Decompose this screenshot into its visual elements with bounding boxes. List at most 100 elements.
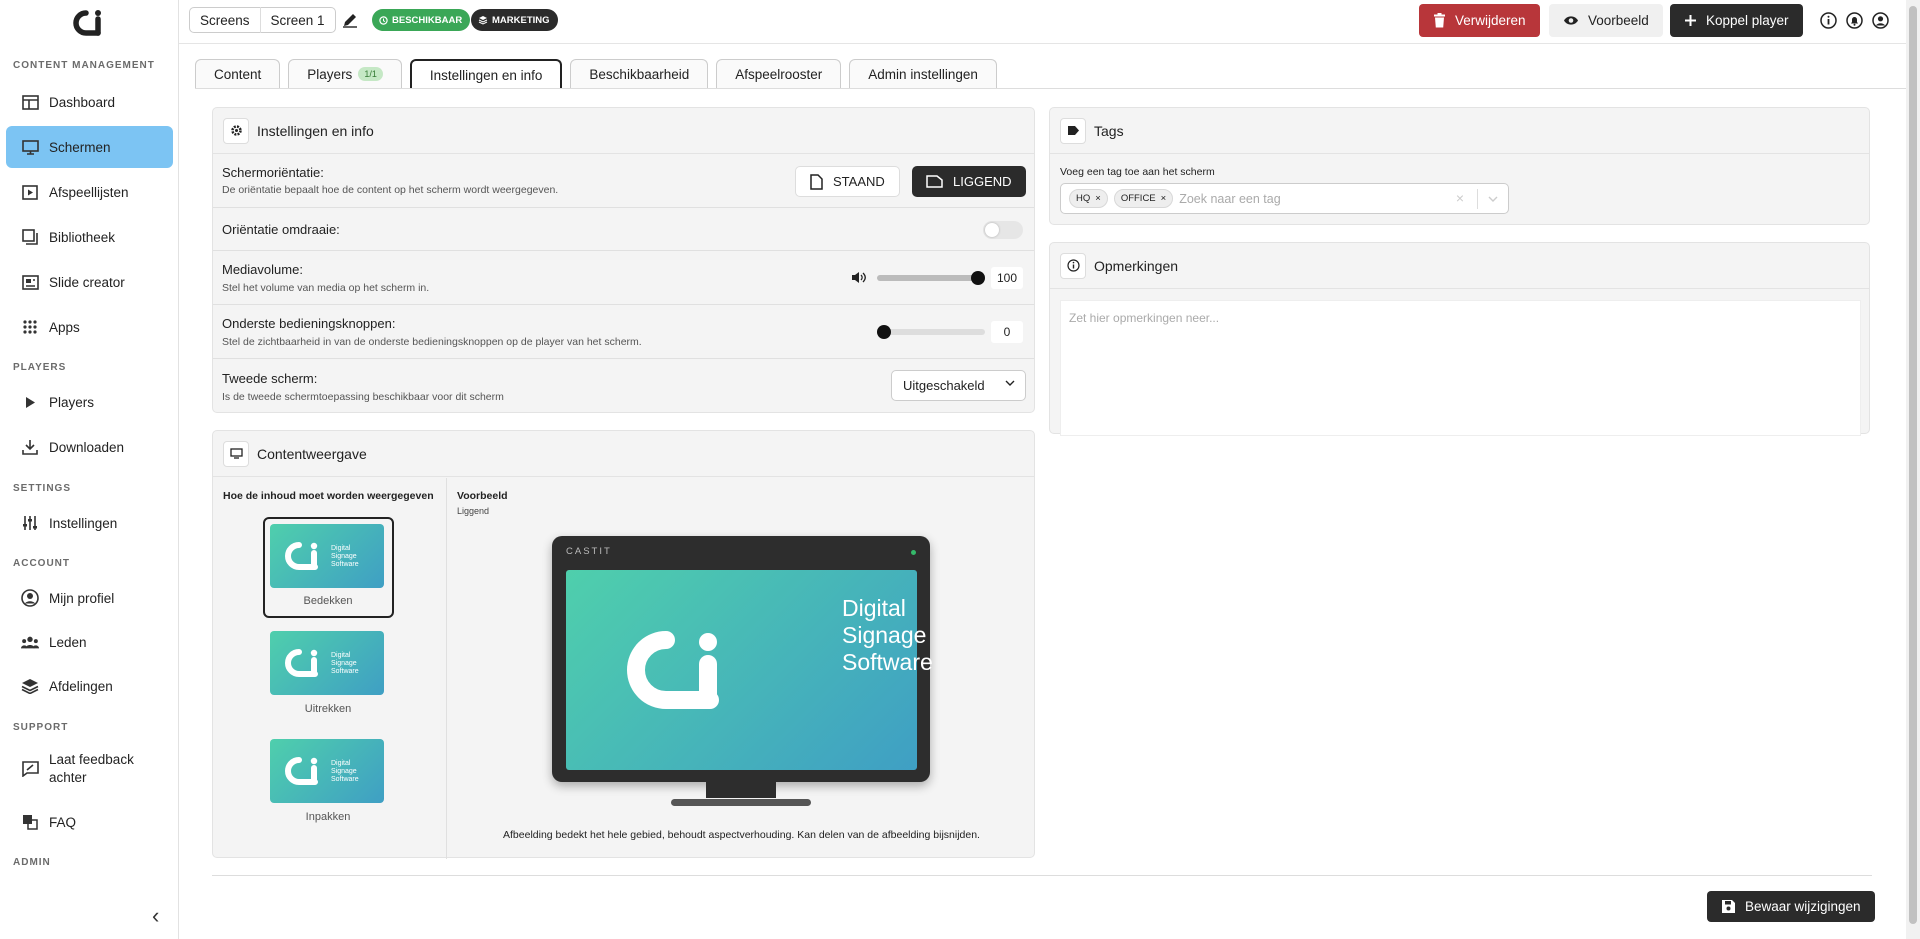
remove-tag-icon[interactable]: × (1095, 193, 1101, 204)
second-screen-select[interactable]: Uitgeschakeld (891, 370, 1026, 401)
brand-logo-icon (626, 631, 719, 709)
feedback-icon (21, 760, 39, 778)
clear-icon[interactable]: × (1456, 190, 1464, 206)
portrait-button[interactable]: STAAND (795, 166, 900, 197)
screen-stand (706, 782, 776, 798)
tags-search-placeholder: Zoek naar een tag (1179, 191, 1281, 206)
controls-slider[interactable] (877, 329, 985, 335)
sidebar-item-faq[interactable]: FAQ (6, 801, 173, 843)
section-support: SUPPORT (13, 722, 69, 733)
edit-pencil-icon[interactable] (342, 12, 358, 28)
svg-text:Digital: Digital (331, 545, 351, 552)
controls-row: Onderste bedieningsknoppen: Stel de zich… (213, 305, 1034, 359)
sidebar-item-label: Laat feedback achter (49, 751, 134, 787)
scrollbar-thumb[interactable] (1909, 6, 1917, 924)
breadcrumb-screen-1[interactable]: Screen 1 (261, 13, 335, 28)
sidebar-item-bibliotheek[interactable]: Bibliotheek (6, 216, 173, 258)
remove-tag-icon[interactable]: × (1161, 193, 1167, 204)
users-icon (21, 633, 39, 651)
svg-text:Digital: Digital (331, 760, 351, 767)
notes-panel: Opmerkingen Zet hier opmerkingen neer... (1049, 242, 1870, 436)
castit-logo[interactable] (68, 10, 110, 36)
sliders-icon (21, 514, 39, 532)
sidebar-item-slide-creator[interactable]: Slide creator (6, 261, 173, 303)
account-icon[interactable] (1872, 12, 1889, 29)
notification-bell-icon[interactable] (1846, 12, 1863, 29)
tags-panel-header: Tags (1050, 108, 1869, 154)
option-contain-label: Inpakken (305, 811, 351, 823)
collapse-sidebar-icon[interactable]: ‹ (152, 903, 159, 929)
link-player-button[interactable]: Koppel player (1670, 4, 1803, 37)
tab-availability[interactable]: Beschikbaarheid (570, 59, 709, 88)
sidebar-item-label: Instellingen (49, 515, 118, 531)
download-icon (21, 438, 39, 456)
tags-panel: Tags Voeg een tag toe aan het scherm HQ ×… (1049, 107, 1870, 225)
delete-button[interactable]: Verwijderen (1419, 4, 1540, 37)
orientation-row: Schermoriëntatie: De oriëntatie bepaalt … (213, 155, 1034, 208)
breadcrumb: Screens Screen 1 (189, 7, 336, 33)
tags-field-label: Voeg een tag toe aan het scherm (1060, 166, 1215, 178)
tab-players[interactable]: Players 1/1 (288, 59, 402, 88)
top-bar: Screens Screen 1 BESCHIKBAAR MARKETING V… (179, 0, 1906, 44)
faq-icon (21, 813, 39, 831)
sidebar-item-leden[interactable]: Leden (6, 621, 173, 663)
mockup-brand: CASTIT (566, 546, 612, 557)
portrait-label: STAAND (833, 174, 885, 189)
status-led (911, 550, 916, 555)
flip-toggle[interactable] (983, 221, 1023, 239)
volume-slider-thumb[interactable] (971, 271, 985, 285)
badge-marketing-label: MARKETING (492, 14, 550, 26)
feedback-label-line2: achter (49, 770, 87, 785)
sidebar-item-label: Afdelingen (49, 678, 113, 694)
breadcrumb-screens[interactable]: Screens (190, 13, 260, 28)
sidebar-item-downloaden[interactable]: Downloaden (6, 426, 173, 468)
sidebar-item-mijn-profiel[interactable]: Mijn profiel (6, 577, 173, 619)
info-circle-icon (1060, 252, 1086, 279)
svg-text:Signage: Signage (331, 660, 357, 667)
option-contain[interactable]: Digital Signage Software (270, 739, 384, 803)
preview-button[interactable]: Voorbeeld (1549, 4, 1663, 37)
volume-slider[interactable] (877, 275, 985, 281)
page-scrollbar[interactable] (1906, 0, 1920, 939)
sidebar-item-afdelingen[interactable]: Afdelingen (6, 665, 173, 707)
settings-panel: Instellingen en info Schermoriëntatie: D… (212, 107, 1035, 413)
orientation-label: Schermoriëntatie: (222, 165, 324, 180)
logo-text-line2: Signage (842, 622, 927, 648)
preview-orientation: Liggend (457, 506, 490, 516)
controls-slider-thumb[interactable] (877, 325, 891, 339)
landscape-label: LIGGEND (953, 174, 1012, 189)
monitor-icon (21, 138, 39, 156)
toggle-knob (985, 223, 999, 237)
sidebar-item-feedback[interactable]: Laat feedback achter (6, 743, 173, 795)
notes-panel-title: Opmerkingen (1094, 257, 1179, 274)
info-icon[interactable] (1820, 12, 1837, 29)
section-players: PLAYERS (13, 362, 67, 373)
notes-textarea[interactable]: Zet hier opmerkingen neer... (1060, 300, 1861, 436)
landscape-button[interactable]: LIGGEND (912, 166, 1026, 197)
sidebar-item-apps[interactable]: Apps (6, 306, 173, 348)
chevron-down-icon[interactable] (1488, 196, 1498, 203)
tab-content[interactable]: Content (195, 59, 281, 88)
tab-settings-label: Instellingen en info (429, 67, 543, 83)
tab-schedule[interactable]: Afspeelrooster (716, 59, 842, 88)
sidebar-item-instellingen[interactable]: Instellingen (6, 502, 173, 544)
library-icon (21, 228, 39, 246)
sidebar-item-label: Downloaden (49, 439, 125, 455)
save-changes-button[interactable]: Bewaar wijzigingen (1707, 891, 1875, 922)
volume-label: Mediavolume: (222, 262, 303, 277)
apps-grid-icon (21, 318, 39, 336)
option-stretch[interactable]: Digital Signage Software (270, 631, 384, 695)
second-screen-description: Is de tweede schermtoepassing beschikbaa… (222, 391, 504, 403)
layers-icon (478, 16, 488, 25)
sidebar-item-players[interactable]: Players (6, 381, 173, 423)
display-mode-heading: Hoe de inhoud moet worden weergegeven (223, 490, 434, 502)
tab-settings[interactable]: Instellingen en info (409, 59, 563, 89)
plus-icon (1685, 15, 1696, 26)
monitor-icon (223, 440, 249, 467)
notes-placeholder: Zet hier opmerkingen neer... (1069, 311, 1220, 325)
tab-admin[interactable]: Admin instellingen (849, 59, 997, 88)
sidebar-item-afspeellijsten[interactable]: Afspeellijsten (6, 171, 173, 213)
sidebar-item-schermen[interactable]: Schermen (6, 126, 173, 168)
sidebar-item-dashboard[interactable]: Dashboard (6, 81, 173, 123)
tags-input[interactable]: HQ × OFFICE × Zoek naar een tag × (1060, 183, 1509, 214)
